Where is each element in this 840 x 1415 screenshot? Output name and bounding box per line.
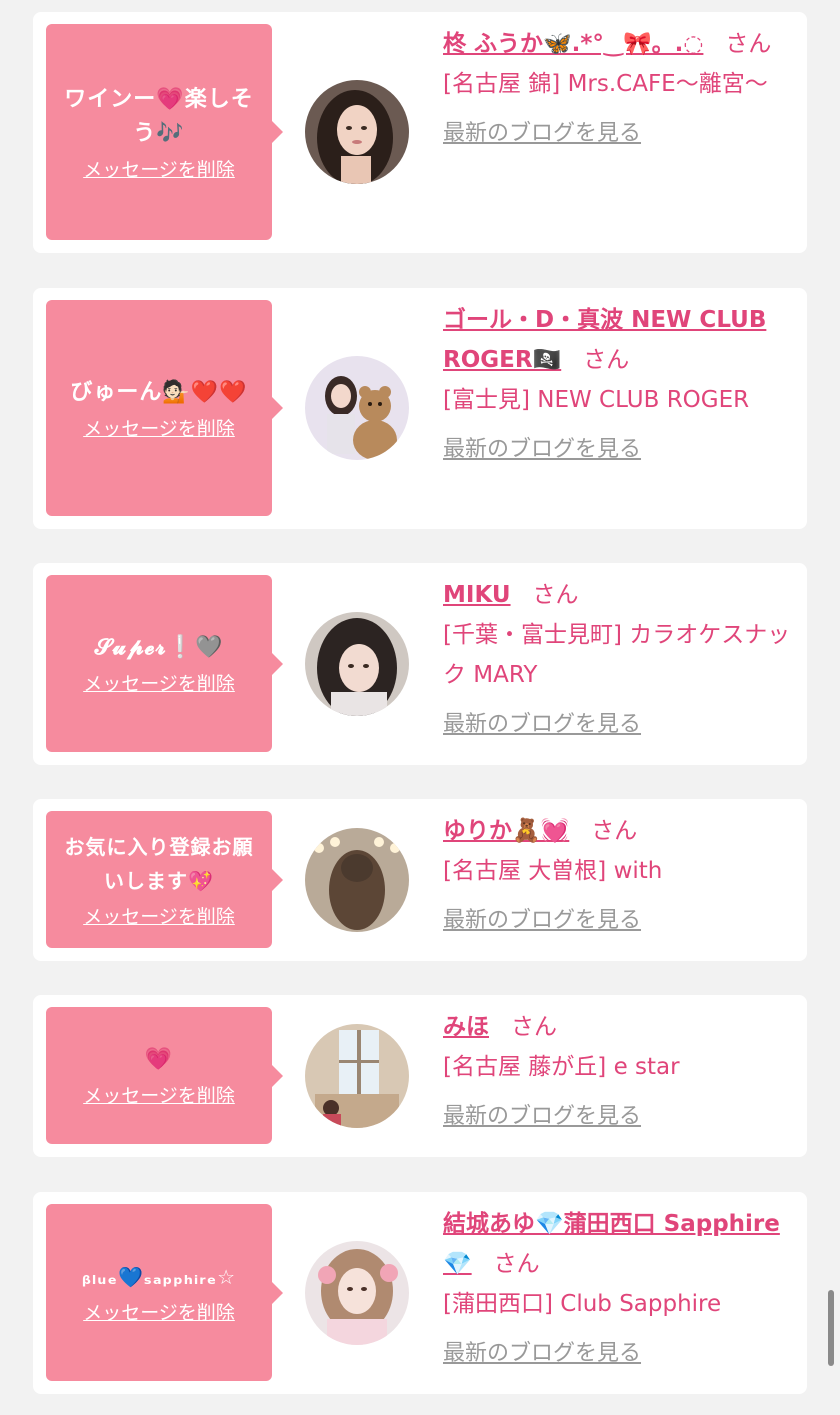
shop-label: [千葉・富士見町] カラオケスナック MARY <box>443 622 791 688</box>
shop-label: [富士見] NEW CLUB ROGER <box>443 387 750 413</box>
message-bubble: 𝓢𝓾𝓹𝓮𝓻❕🩶 メッセージを削除 <box>46 575 283 752</box>
message-bubble: ᵦₗᵤₑ💙ₛₐₚₚₕᵢᵣₑ☆ メッセージを削除 <box>46 1204 283 1381</box>
favorite-card: 𝓢𝓾𝓹𝓮𝓻❕🩶 メッセージを削除 MIKU さん [千葉・富士見町] カラオケスナ… <box>33 563 807 765</box>
message-bubble: 💗 メッセージを削除 <box>46 1007 283 1144</box>
woman-portrait-icon <box>305 612 409 716</box>
avatar[interactable] <box>305 828 409 932</box>
delete-message-link[interactable]: メッセージを削除 <box>83 155 235 182</box>
latest-blog-link[interactable]: 最新のブログを見る <box>443 905 641 937</box>
delete-message-link[interactable]: メッセージを削除 <box>83 902 235 929</box>
room-window-icon <box>305 1024 409 1128</box>
latest-blog-link[interactable]: 最新のブログを見る <box>443 709 641 741</box>
avatar[interactable] <box>305 1024 409 1128</box>
message-text: ワインー💗楽しそう🎶 <box>64 86 254 146</box>
message-bubble: お気に入り登録お願いします💖 メッセージを削除 <box>46 811 283 948</box>
shop-label: [名古屋 藤が丘] e star <box>443 1054 680 1080</box>
delete-message-link[interactable]: メッセージを削除 <box>83 1081 235 1108</box>
latest-blog-link[interactable]: 最新のブログを見る <box>443 1338 641 1370</box>
delete-message-link[interactable]: メッセージを削除 <box>83 414 235 441</box>
avatar[interactable] <box>305 612 409 716</box>
member-info: ゴール・D・真波 NEW CLUB ROGER🏴‍☠️ さん [富士見] NEW … <box>443 300 793 466</box>
member-info: MIKU さん [千葉・富士見町] カラオケスナック MARY 最新のブログを見る <box>443 575 793 741</box>
message-text: 𝓢𝓾𝓹𝓮𝓻❕🩶 <box>94 635 224 660</box>
member-name-link[interactable]: みほ <box>443 1014 489 1040</box>
message-text: びゅーん💁🏻❤️❤️ <box>70 379 248 405</box>
shop-label: [名古屋 錦] Mrs.CAFE〜離宮〜 <box>443 71 768 97</box>
message-text: ᵦₗᵤₑ💙ₛₐₚₚₕᵢᵣₑ☆ <box>81 1265 237 1289</box>
favorite-card: ᵦₗᵤₑ💙ₛₐₚₚₕᵢᵣₑ☆ メッセージを削除 結城あゆ💎蒲田西口 Sapphi… <box>33 1192 807 1394</box>
message-bubble: ワインー💗楽しそう🎶 メッセージを削除 <box>46 24 283 240</box>
favorite-card: ワインー💗楽しそう🎶 メッセージを削除 柊 ふうか🦋.*°‿🎀。.◌ さん [名古… <box>33 12 807 253</box>
member-info: みほ さん [名古屋 藤が丘] e star 最新のブログを見る <box>443 1007 793 1133</box>
honorific: さん <box>532 582 579 608</box>
member-name-line: みほ さん <box>443 1007 793 1047</box>
member-info: 柊 ふうか🦋.*°‿🎀。.◌ さん [名古屋 錦] Mrs.CAFE〜離宮〜 最新… <box>443 24 793 150</box>
member-name-line: MIKU さん <box>443 575 793 615</box>
latest-blog-link[interactable]: 最新のブログを見る <box>443 434 641 466</box>
honorific: さん <box>591 818 638 844</box>
avatar[interactable] <box>305 356 409 460</box>
member-info: 結城あゆ💎蒲田西口 Sapphire💎 さん [蒲田西口] Club Sapphi… <box>443 1204 793 1370</box>
message-text: お気に入り登録お願いします💖 <box>64 835 254 893</box>
member-name-line: 柊 ふうか🦋.*°‿🎀。.◌ さん <box>443 24 793 64</box>
honorific: さん <box>511 1014 557 1040</box>
member-info: ゆりか🧸💓 さん [名古屋 大曽根] with 最新のブログを見る <box>443 811 793 937</box>
woman-kimono-icon <box>305 1241 409 1345</box>
latest-blog-link[interactable]: 最新のブログを見る <box>443 1101 641 1133</box>
favorite-card: お気に入り登録お願いします💖 メッセージを削除 ゆりか🧸💓 さん [名古屋 大曽根… <box>33 799 807 961</box>
member-name-line: 結城あゆ💎蒲田西口 Sapphire💎 さん <box>443 1204 793 1284</box>
member-name-line: ゆりか🧸💓 さん <box>443 811 793 851</box>
scrollbar[interactable] <box>828 1290 834 1366</box>
honorific: さん <box>583 347 630 373</box>
honorific: さん <box>493 1251 540 1277</box>
avatar[interactable] <box>305 80 409 184</box>
avatar[interactable] <box>305 1241 409 1345</box>
message-bubble: びゅーん💁🏻❤️❤️ メッセージを削除 <box>46 300 283 516</box>
woman-portrait-icon <box>305 80 409 184</box>
favorite-card: 💗 メッセージを削除 みほ さん [名古屋 藤が丘] e star 最新のブログを… <box>33 995 807 1157</box>
hair-back-view-icon <box>305 828 409 932</box>
honorific: さん <box>725 31 772 57</box>
delete-message-link[interactable]: メッセージを削除 <box>83 1298 235 1325</box>
latest-blog-link[interactable]: 最新のブログを見る <box>443 118 641 150</box>
member-name-line: ゴール・D・真波 NEW CLUB ROGER🏴‍☠️ さん <box>443 300 793 380</box>
favorite-card: びゅーん💁🏻❤️❤️ メッセージを削除 ゴール・D・真波 NEW CLUB RO… <box>33 288 807 529</box>
member-name-link[interactable]: 柊 ふうか🦋.*°‿🎀。.◌ <box>443 31 703 57</box>
member-name-link[interactable]: ゆりか🧸💓 <box>443 818 569 844</box>
woman-with-teddy-bear-icon <box>305 356 409 460</box>
shop-label: [蒲田西口] Club Sapphire <box>443 1291 722 1317</box>
member-name-link[interactable]: MIKU <box>443 582 511 608</box>
message-text: 💗 <box>144 1047 174 1072</box>
shop-label: [名古屋 大曽根] with <box>443 858 663 884</box>
delete-message-link[interactable]: メッセージを削除 <box>83 669 235 696</box>
